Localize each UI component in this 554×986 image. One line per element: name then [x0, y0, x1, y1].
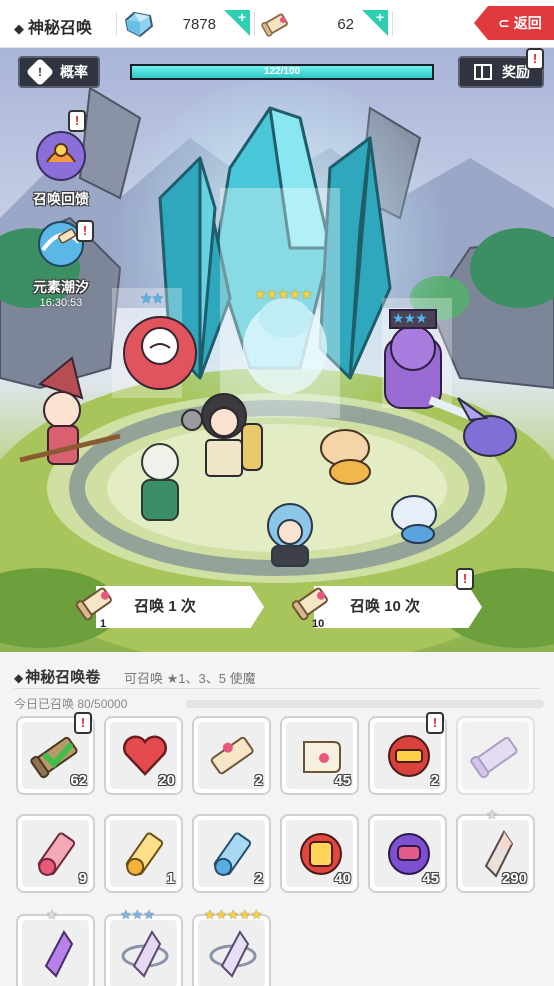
scroll-icon: [261, 13, 288, 37]
yellow-scroll-slot[interactable]: 1: [104, 814, 183, 893]
purple-shard-slot[interactable]: ★: [16, 907, 95, 986]
page-title: 神秘召唤: [14, 14, 92, 38]
add-scroll-button[interactable]: +: [362, 10, 388, 36]
ogre-creature: [384, 309, 502, 432]
purple-orb-scroll-slot[interactable]: 45: [368, 814, 447, 893]
summon-once-cost: 1: [100, 618, 107, 630]
blue-scroll-slot[interactable]: 2: [192, 814, 271, 893]
panel-divider: [14, 688, 540, 689]
panel-title: 神秘召唤卷: [14, 666, 100, 687]
stars-center: ★★★★★: [254, 286, 313, 302]
shard-star-icon: ★: [486, 807, 498, 822]
slot-alert-badge: !: [74, 712, 92, 734]
purple-shard-icon: [44, 930, 74, 978]
scroll-counter: 62 +: [258, 10, 388, 38]
feedback-label: 召唤回馈: [33, 191, 89, 207]
slot-qty: 2: [254, 870, 263, 887]
back-button[interactable]: ⊂ 返回: [474, 6, 554, 40]
add-gem-button[interactable]: +: [224, 10, 250, 36]
back-label: 返回: [513, 15, 542, 31]
knight-creature: [181, 393, 263, 477]
hermit-crab-creature: [320, 429, 371, 485]
reward-alert-badge: !: [526, 48, 544, 70]
blue-shard-slot[interactable]: ★★★: [104, 907, 183, 986]
shard-stars: ★★★★★: [204, 907, 263, 922]
slot-qty: 1: [166, 870, 175, 887]
probability-label: 概率: [60, 64, 88, 80]
top-bar: 神秘召唤 7878 + 62 + ⊂返回: [0, 0, 554, 48]
summon-ten-label: 召唤 10 次: [349, 598, 421, 615]
shard-star-icon: ★: [46, 907, 58, 922]
purple-scroll-icon: [470, 736, 518, 779]
scroll-inventory-panel: 神秘召唤卷 可召唤 ★1、3、5 使魔 今日已召唤 80/50000 62 ! …: [0, 652, 554, 986]
summon-once-button[interactable]: 召唤 1 次: [96, 586, 264, 628]
gold-shard-slot[interactable]: ★★★★★: [192, 907, 271, 986]
gem-counter: 7878 +: [120, 10, 250, 38]
slot-qty: 9: [78, 870, 87, 887]
gift-icon: [474, 64, 492, 80]
element-tide-timer: 16:30:53: [39, 297, 83, 309]
panel-subtitle: 可召唤 ★1、3、5 使魔: [124, 671, 256, 686]
slot-qty: 2: [254, 772, 263, 789]
divider: [254, 12, 255, 36]
shell-creature: [391, 495, 437, 544]
today-summon-count: 今日已召唤 80/50000: [14, 697, 128, 711]
locked-scroll-slot[interactable]: [456, 716, 535, 795]
probability-button[interactable]: ! 概率: [18, 56, 100, 88]
summon-feedback-entry[interactable]: 召唤回馈: [22, 128, 100, 209]
summon-ten-alert-badge: !: [456, 568, 474, 590]
slot-qty: 40: [334, 870, 351, 887]
summon-once-label: 召唤 1 次: [134, 598, 196, 615]
ribbon-scroll-slot[interactable]: 2: [192, 716, 271, 795]
scroll-count: 62: [337, 15, 354, 33]
summon-ten-button[interactable]: 召唤 10 次: [314, 586, 482, 628]
slot-qty: 62: [70, 772, 87, 789]
pink-scroll-slot[interactable]: 9: [16, 814, 95, 893]
element-tide-label: 元素潮汐: [33, 279, 89, 295]
divider: [392, 12, 393, 36]
today-summon-bar: [186, 700, 544, 708]
feedback-icon: [36, 131, 86, 181]
summon-scene: ★★ ★★★★★ ★★★ ! 概率 122/100 奖励 ! 召唤回馈 ! 元素…: [0, 48, 554, 652]
progress-text: 122/100: [263, 66, 301, 77]
stars-left: ★★: [140, 290, 164, 306]
gem-count: 7878: [182, 15, 216, 33]
dryad-creature: [141, 443, 179, 521]
open-scroll-slot[interactable]: 45: [280, 716, 359, 795]
slot-qty: 2: [430, 772, 439, 789]
slot-qty: 45: [334, 772, 351, 789]
summon-scroll-icon: [75, 587, 112, 621]
blue-shard-icon: [121, 930, 169, 978]
feedback-alert-badge: !: [68, 110, 86, 132]
element-tide-alert-badge: !: [76, 220, 94, 242]
ghost-creature: [243, 298, 327, 394]
slot-qty: 290: [501, 870, 527, 887]
summon-screen: 神秘召唤 7878 + 62 + ⊂返回: [0, 0, 554, 986]
shard-slot[interactable]: ★ 290: [456, 807, 535, 893]
divider: [116, 12, 117, 36]
slot-qty: 45: [422, 870, 439, 887]
bird-creature: [457, 397, 517, 457]
cat-creature: [267, 503, 313, 567]
gem-icon: [124, 11, 154, 38]
witch-creature: [19, 356, 121, 465]
slot-alert-badge: !: [426, 712, 444, 734]
gold-shard-icon: [209, 930, 257, 978]
info-icon: !: [25, 57, 55, 87]
heart-scroll-slot[interactable]: 20: [104, 716, 183, 795]
stars-right: ★★★: [392, 310, 428, 326]
flower-creature: [123, 316, 197, 390]
summon-progress-bar: 122/100: [130, 64, 434, 80]
red-gold-scroll-slot[interactable]: 40: [280, 814, 359, 893]
summon-ten-cost: 10: [312, 618, 325, 630]
shard-stars: ★★★: [120, 907, 155, 922]
back-arrow-icon: ⊂: [498, 15, 510, 31]
slot-qty: 20: [158, 772, 175, 789]
